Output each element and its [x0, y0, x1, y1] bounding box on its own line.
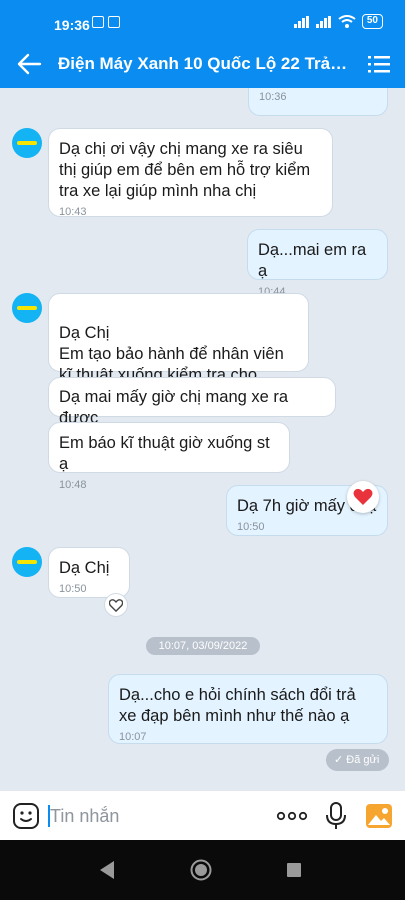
signal-icon — [293, 15, 309, 28]
heart-icon — [353, 488, 373, 505]
store-logo — [17, 306, 37, 310]
recents-nav-icon[interactable] — [286, 862, 302, 878]
message-bubble-incoming[interactable]: Dạ mai mấy giờ chị mang xe ra được — [48, 377, 336, 427]
sent-status-badge: ✓ Đã gửi — [326, 749, 389, 771]
store-avatar[interactable] — [12, 293, 42, 323]
message-text: Em báo kĩ thuật giờ xuống st ạ — [59, 434, 270, 473]
message-bubble-incoming[interactable]: Dạ Chị Em tạo bảo hành để nhân viên kĩ t… — [48, 293, 309, 405]
message-bubble-incoming[interactable]: Dạ Chị 10:50 — [48, 547, 130, 598]
image-gallery-icon[interactable] — [365, 803, 393, 829]
notification-icon — [92, 16, 104, 28]
message-time: 10:50 — [237, 521, 265, 533]
date-divider: 10:07, 03/09/2022 — [146, 637, 260, 655]
chat-messages[interactable]: — 10:36 Dạ chị ơi vậy chị mang xe ra siê… — [0, 88, 405, 790]
message-input-bar — [0, 790, 405, 840]
add-reaction-button[interactable] — [104, 593, 128, 617]
back-arrow-icon[interactable] — [16, 52, 42, 76]
check-icon: ✓ — [334, 754, 344, 766]
status-right: 50 — [293, 14, 383, 29]
battery-icon: 50 — [361, 14, 383, 29]
message-bubble-outgoing[interactable]: — 10:36 — [248, 88, 388, 116]
heart-reaction-icon[interactable] — [347, 481, 379, 513]
message-time: 10:07 — [119, 731, 147, 743]
status-bar: 19:36 50 — [0, 0, 405, 40]
notification-icon — [108, 16, 120, 28]
message-text: Dạ...cho e hỏi chính sách đổi trả xe đạp… — [119, 686, 356, 725]
message-bubble-incoming[interactable]: Dạ chị ơi vậy chị mang xe ra siêu thị gi… — [48, 128, 333, 218]
store-avatar[interactable] — [12, 128, 42, 158]
message-bubble-incoming[interactable]: Em báo kĩ thuật giờ xuống st ạ 10:48 — [48, 422, 290, 491]
message-time: 10:43 — [59, 206, 87, 218]
menu-icon[interactable] — [368, 52, 390, 76]
message-time: 10:36 — [259, 91, 287, 103]
chat-title[interactable]: Điện Máy Xanh 10 Quốc Lộ 22 Trảng... — [58, 54, 348, 74]
more-options-icon[interactable] — [276, 806, 308, 826]
home-nav-icon[interactable] — [190, 859, 212, 881]
message-text: Dạ chị ơi vậy chị mang xe ra siêu thị gi… — [59, 140, 311, 200]
sent-status-label: Đã gửi — [346, 754, 380, 766]
message-text: Dạ...mai em ra ạ — [258, 241, 367, 280]
wifi-icon — [338, 14, 356, 28]
back-nav-icon[interactable] — [98, 860, 116, 880]
status-time: 19:36 — [54, 17, 90, 33]
store-logo — [17, 560, 37, 564]
system-navigation-bar — [0, 840, 405, 900]
heart-outline-icon — [109, 598, 123, 612]
microphone-icon[interactable] — [325, 802, 347, 830]
emoji-icon[interactable] — [12, 802, 40, 830]
chat-header: Điện Máy Xanh 10 Quốc Lộ 22 Trảng... — [0, 40, 405, 88]
notification-icons — [92, 16, 120, 28]
message-bubble-outgoing[interactable]: Dạ...mai em ra ạ 10:44 — [247, 229, 388, 298]
message-bubble-outgoing[interactable]: Dạ...cho e hỏi chính sách đổi trả xe đạp… — [108, 674, 388, 744]
message-input[interactable] — [50, 803, 260, 829]
store-logo — [17, 141, 37, 145]
message-text: Dạ Chị — [59, 559, 110, 577]
store-avatar[interactable] — [12, 547, 42, 577]
signal-icon — [315, 15, 331, 28]
